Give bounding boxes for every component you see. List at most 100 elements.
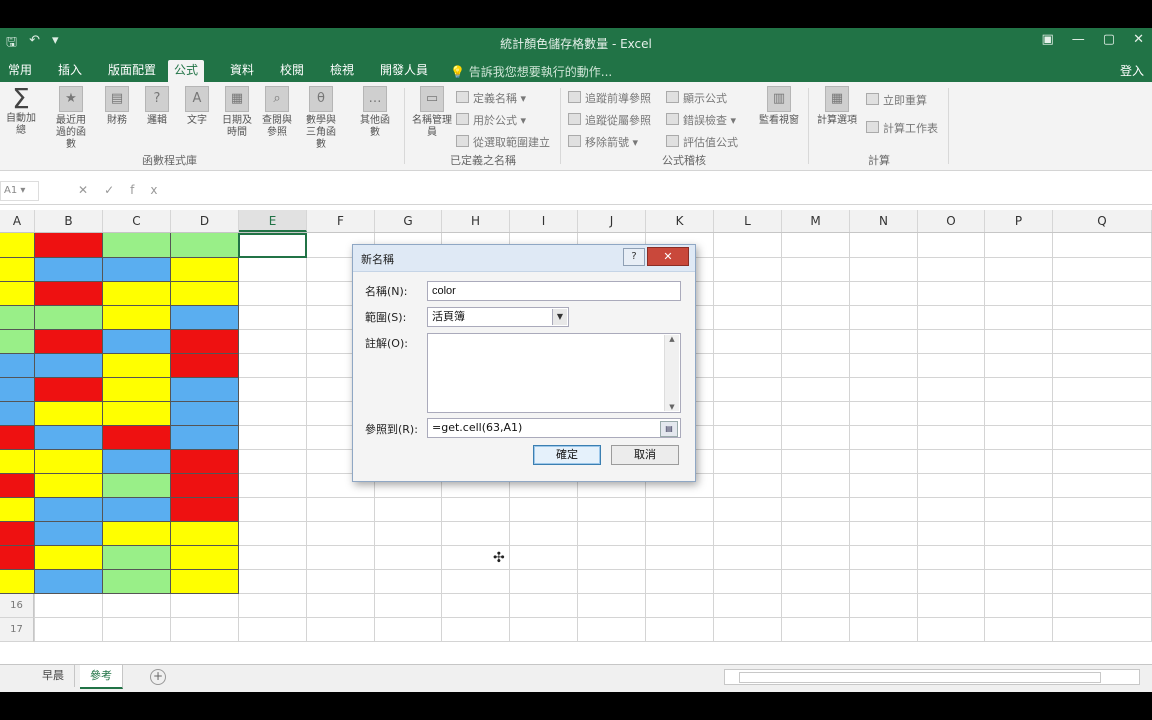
cell-l8[interactable]	[714, 402, 782, 426]
cell-j12[interactable]	[578, 498, 646, 522]
recently-used-button[interactable]: ★ 最近用過的函數	[52, 86, 90, 151]
cell-o16[interactable]	[918, 594, 985, 618]
cell-e7[interactable]	[239, 378, 307, 402]
tab-formulas[interactable]: 公式	[168, 60, 205, 82]
define-name-button[interactable]: 定義名稱 ▾	[456, 90, 526, 106]
cell-l9[interactable]	[714, 426, 782, 450]
cell-e8[interactable]	[239, 402, 307, 426]
cell-a9[interactable]	[0, 426, 35, 450]
cell-h13[interactable]	[442, 522, 510, 546]
fx-icon[interactable]: fx	[130, 183, 173, 197]
cell-p6[interactable]	[985, 354, 1053, 378]
cell-m1[interactable]	[782, 233, 850, 258]
cell-o17[interactable]	[918, 618, 985, 642]
cell-m2[interactable]	[782, 258, 850, 282]
cell-f17[interactable]	[307, 618, 375, 642]
tab-review[interactable]: 校閱	[274, 60, 310, 82]
cell-q15[interactable]	[1053, 570, 1152, 594]
tab-view[interactable]: 檢視	[324, 60, 360, 82]
cell-d4[interactable]	[171, 306, 239, 330]
cell-g12[interactable]	[375, 498, 442, 522]
cell-a5[interactable]	[0, 330, 35, 354]
cell-p16[interactable]	[985, 594, 1053, 618]
collapse-dialog-icon[interactable]: ▤	[660, 421, 678, 437]
column-header-k[interactable]: K	[646, 210, 714, 232]
cell-n12[interactable]	[850, 498, 918, 522]
scroll-down-icon[interactable]: ▼	[665, 403, 679, 411]
cell-c17[interactable]	[103, 618, 171, 642]
cell-a11[interactable]	[0, 474, 35, 498]
column-header-o[interactable]: O	[918, 210, 985, 232]
column-header-a[interactable]: A	[0, 210, 35, 232]
cell-j14[interactable]	[578, 546, 646, 570]
cell-c2[interactable]	[103, 258, 171, 282]
cell-b9[interactable]	[35, 426, 103, 450]
cell-p2[interactable]	[985, 258, 1053, 282]
cell-c13[interactable]	[103, 522, 171, 546]
cell-b12[interactable]	[35, 498, 103, 522]
cell-c1[interactable]	[103, 233, 171, 258]
cell-i13[interactable]	[510, 522, 578, 546]
cell-d10[interactable]	[171, 450, 239, 474]
cell-p3[interactable]	[985, 282, 1053, 306]
cancel-icon[interactable]: ✕	[78, 183, 104, 197]
cell-o4[interactable]	[918, 306, 985, 330]
cell-q7[interactable]	[1053, 378, 1152, 402]
more-functions-button[interactable]: … 其他函數	[356, 86, 394, 139]
cell-a6[interactable]	[0, 354, 35, 378]
cell-a10[interactable]	[0, 450, 35, 474]
cell-o6[interactable]	[918, 354, 985, 378]
cell-a1[interactable]	[0, 233, 35, 258]
cell-f12[interactable]	[307, 498, 375, 522]
tab-data[interactable]: 資料	[224, 60, 260, 82]
cell-l13[interactable]	[714, 522, 782, 546]
remove-arrows-button[interactable]: 移除箭號 ▾	[568, 134, 638, 150]
tab-page-layout[interactable]: 版面配置	[102, 60, 162, 82]
cell-a8[interactable]	[0, 402, 35, 426]
cell-p12[interactable]	[985, 498, 1053, 522]
name-input[interactable]	[427, 281, 681, 301]
cell-p14[interactable]	[985, 546, 1053, 570]
cell-p17[interactable]	[985, 618, 1053, 642]
cell-a14[interactable]	[0, 546, 35, 570]
cell-o11[interactable]	[918, 474, 985, 498]
cell-n14[interactable]	[850, 546, 918, 570]
cell-m12[interactable]	[782, 498, 850, 522]
autosum-button[interactable]: Σ 自動加總	[2, 85, 40, 137]
cell-n7[interactable]	[850, 378, 918, 402]
cell-o7[interactable]	[918, 378, 985, 402]
help-button[interactable]: ?	[623, 248, 645, 266]
cell-b3[interactable]	[35, 282, 103, 306]
cell-n15[interactable]	[850, 570, 918, 594]
name-manager-button[interactable]: ▭ 名稱管理員	[412, 86, 452, 139]
cell-o3[interactable]	[918, 282, 985, 306]
cell-d16[interactable]	[171, 594, 239, 618]
cell-c15[interactable]	[103, 570, 171, 594]
cell-p11[interactable]	[985, 474, 1053, 498]
cell-j13[interactable]	[578, 522, 646, 546]
cell-l11[interactable]	[714, 474, 782, 498]
trace-dependents-button[interactable]: 追蹤從屬參照	[568, 112, 651, 128]
cell-q3[interactable]	[1053, 282, 1152, 306]
cell-a3[interactable]	[0, 282, 35, 306]
cell-m13[interactable]	[782, 522, 850, 546]
cell-f16[interactable]	[307, 594, 375, 618]
cell-m8[interactable]	[782, 402, 850, 426]
cell-l16[interactable]	[714, 594, 782, 618]
cell-p13[interactable]	[985, 522, 1053, 546]
error-checking-button[interactable]: 錯誤檢查 ▾	[666, 112, 736, 128]
cell-c5[interactable]	[103, 330, 171, 354]
cell-e16[interactable]	[239, 594, 307, 618]
close-window-icon[interactable]: ✕	[1133, 32, 1144, 47]
cell-m11[interactable]	[782, 474, 850, 498]
cell-i17[interactable]	[510, 618, 578, 642]
cell-m10[interactable]	[782, 450, 850, 474]
tab-developer[interactable]: 開發人員	[374, 60, 434, 82]
cell-l3[interactable]	[714, 282, 782, 306]
cell-a4[interactable]	[0, 306, 35, 330]
cell-d15[interactable]	[171, 570, 239, 594]
cell-q11[interactable]	[1053, 474, 1152, 498]
tab-insert[interactable]: 插入	[52, 60, 88, 82]
cell-q1[interactable]	[1053, 233, 1152, 258]
cell-g13[interactable]	[375, 522, 442, 546]
